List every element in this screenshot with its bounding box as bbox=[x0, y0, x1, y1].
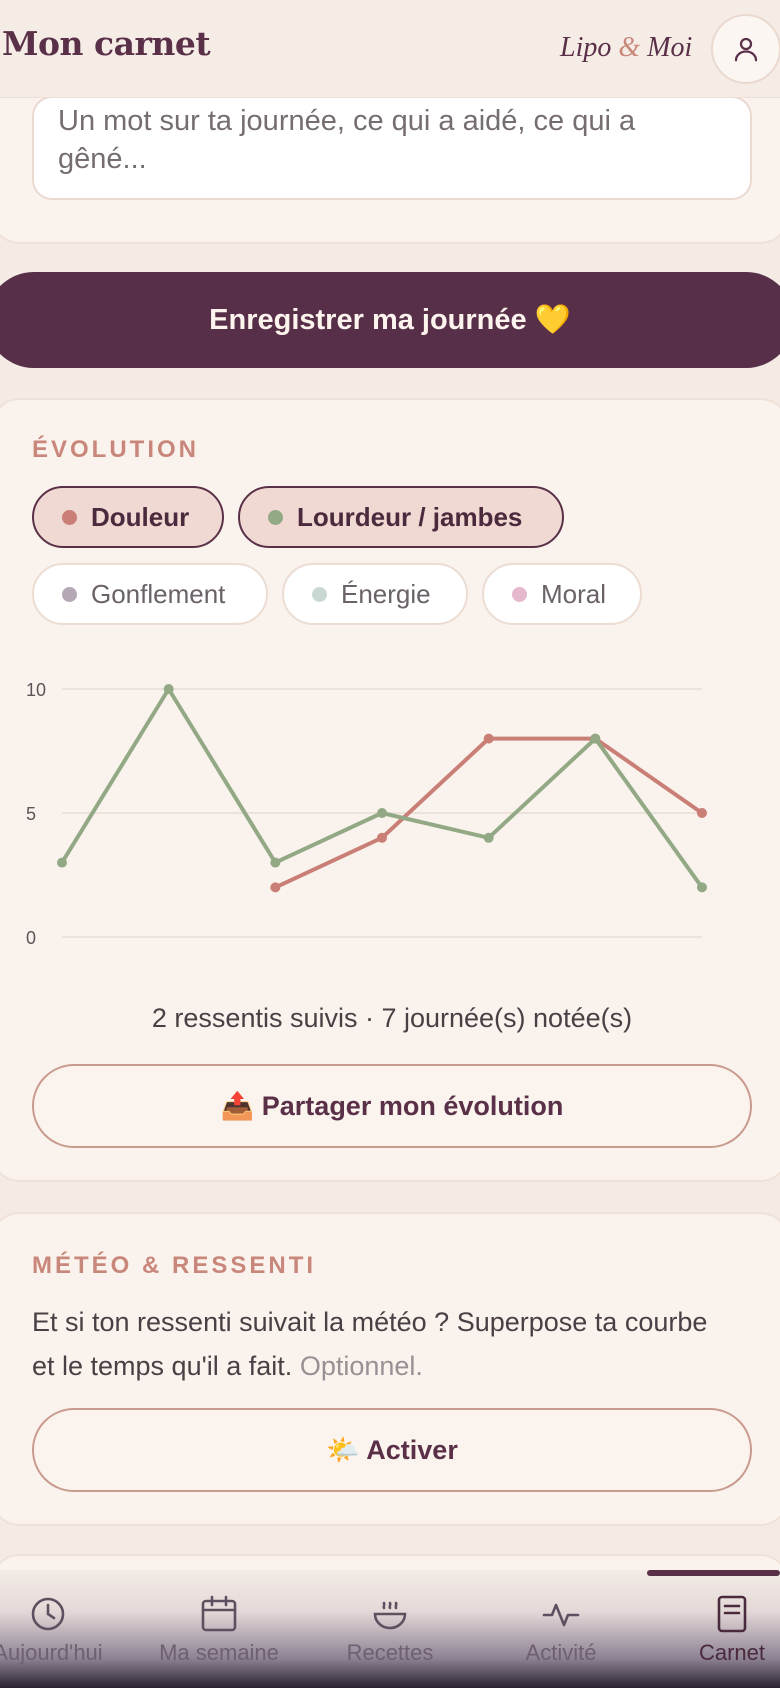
meteo-optional: Optionnel. bbox=[299, 1351, 423, 1381]
evolution-summary: 2 ressentis suivis · 7 journée(s) notée(… bbox=[151, 1003, 633, 1033]
moral-dot bbox=[512, 586, 527, 602]
data-point bbox=[697, 882, 707, 893]
chip-energie[interactable]: Énergie bbox=[282, 563, 468, 625]
gonflement-dot bbox=[62, 586, 77, 602]
share-evolution-button[interactable]: 📤 Partager mon évolution bbox=[32, 1064, 752, 1148]
activity-icon bbox=[542, 1603, 580, 1627]
chip-label: Énergie bbox=[341, 578, 431, 609]
nav-label: Aujourd'hui bbox=[0, 1640, 103, 1665]
nav-active-indicator bbox=[647, 1570, 780, 1576]
brand-part-b: Moi bbox=[647, 32, 693, 63]
nav-item-ma-semaine[interactable]: Ma semaine bbox=[141, 1594, 297, 1666]
y-tick-label: 10 bbox=[26, 680, 46, 700]
clock-icon bbox=[31, 1597, 65, 1631]
chip-label: Gonflement bbox=[91, 578, 226, 609]
save-day-button[interactable]: Enregistrer ma journée 💛 bbox=[0, 272, 780, 368]
y-tick-label: 0 bbox=[26, 928, 36, 945]
chip-label: Douleur bbox=[91, 501, 190, 532]
chip-label: Moral bbox=[541, 578, 607, 609]
evolution-card: ÉVOLUTION Douleur Lourdeur / jambes Gonf… bbox=[0, 398, 780, 1182]
brand-part-a: Lipo bbox=[560, 32, 612, 63]
nav-label: Activité bbox=[525, 1640, 597, 1665]
chip-lourdeur[interactable]: Lourdeur / jambes bbox=[238, 486, 564, 548]
data-point bbox=[483, 733, 494, 744]
data-point bbox=[590, 733, 601, 744]
data-point bbox=[270, 882, 281, 893]
nav-label: Recettes bbox=[346, 1640, 434, 1665]
brand-logo: Lipo & Moi bbox=[560, 32, 692, 64]
data-point bbox=[377, 808, 387, 818]
data-point bbox=[57, 857, 67, 868]
app-header: Mon carnet Lipo & Moi bbox=[0, 0, 780, 98]
data-point bbox=[697, 808, 707, 818]
notebook-icon bbox=[717, 1595, 747, 1633]
chip-moral[interactable]: Moral bbox=[482, 563, 642, 625]
evolution-chart: 0 5 10 bbox=[26, 680, 707, 945]
nav-label: Carnet bbox=[698, 1640, 766, 1665]
douleur-dot bbox=[62, 509, 77, 525]
energie-dot bbox=[312, 586, 327, 602]
chip-douleur[interactable]: Douleur bbox=[32, 486, 224, 548]
bowl-icon bbox=[373, 1601, 407, 1630]
bottom-nav: Aujourd'hui Ma semaine Recettes Activité… bbox=[0, 1570, 780, 1688]
data-point bbox=[483, 832, 494, 843]
nav-item-recettes[interactable]: Recettes bbox=[312, 1594, 468, 1666]
day-note-field[interactable]: Un mot sur ta journée, ce qui a aidé, ce… bbox=[32, 96, 752, 200]
nav-label: Ma semaine bbox=[159, 1640, 279, 1665]
chip-gonflement[interactable]: Gonflement bbox=[32, 563, 268, 625]
nav-item-carnet[interactable]: Carnet bbox=[654, 1594, 780, 1666]
data-point bbox=[163, 684, 174, 694]
calendar-icon bbox=[201, 1595, 237, 1632]
data-point bbox=[270, 857, 281, 868]
lourdeur-dot bbox=[268, 509, 283, 525]
meteo-section-label: MÉTÉO & RESSENTI bbox=[32, 1252, 317, 1279]
series-line-1 bbox=[60, 687, 704, 889]
evolution-section-label: ÉVOLUTION bbox=[32, 436, 200, 463]
data-point bbox=[377, 832, 387, 843]
page-title: Mon carnet bbox=[2, 24, 211, 63]
brand-ampersand: & bbox=[618, 32, 641, 63]
activate-meteo-button[interactable]: 🌤️ Activer bbox=[32, 1408, 752, 1492]
y-tick-label: 5 bbox=[26, 804, 36, 824]
profile-button[interactable] bbox=[711, 14, 780, 84]
meteo-description: Et si ton ressenti suivait la météo ? Su… bbox=[32, 1300, 732, 1388]
chip-label: Lourdeur / jambes bbox=[297, 501, 523, 532]
nav-item-aujourdhui[interactable]: Aujourd'hui bbox=[0, 1594, 126, 1666]
user-icon bbox=[734, 37, 758, 62]
nav-item-activite[interactable]: Activité bbox=[483, 1594, 639, 1666]
meteo-card: MÉTÉO & RESSENTI Et si ton ressenti suiv… bbox=[0, 1212, 780, 1526]
